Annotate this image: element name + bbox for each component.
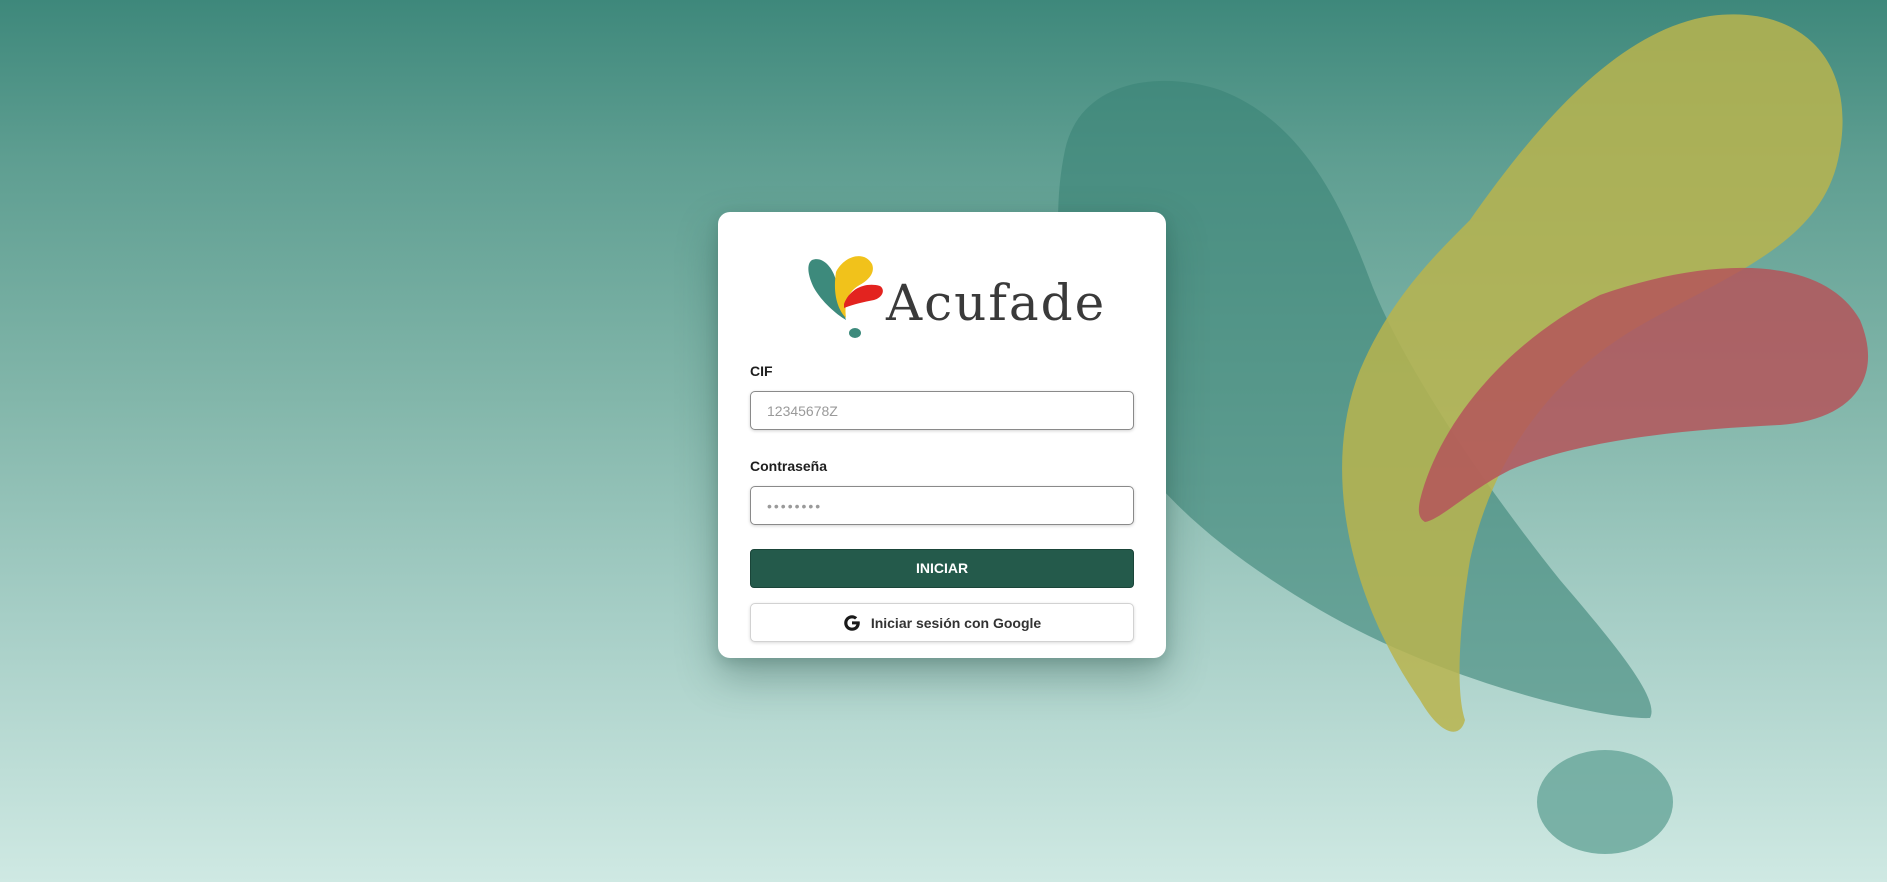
- password-input[interactable]: [750, 486, 1134, 525]
- brand-logo: Acufade: [806, 250, 1104, 344]
- brand-name: Acufade: [886, 274, 1107, 332]
- background-yellow-shape: [1342, 14, 1843, 732]
- cif-input[interactable]: [750, 391, 1134, 430]
- google-signin-label: Iniciar sesión con Google: [870, 614, 1042, 631]
- background-teal-dot: [1537, 750, 1673, 854]
- background-red-shape: [1418, 267, 1869, 522]
- cif-label: CIF: [750, 363, 773, 379]
- logo-teal-dot: [849, 328, 861, 338]
- login-submit-button[interactable]: INICIAR: [750, 549, 1134, 588]
- acufade-logo-mark: [808, 256, 883, 338]
- google-signin-button[interactable]: Iniciar sesión con Google: [750, 603, 1134, 642]
- password-label: Contraseña: [750, 458, 828, 474]
- login-card: Acufade CIF Contraseña INICIAR Iniciar s…: [718, 212, 1166, 658]
- google-icon: [843, 614, 861, 632]
